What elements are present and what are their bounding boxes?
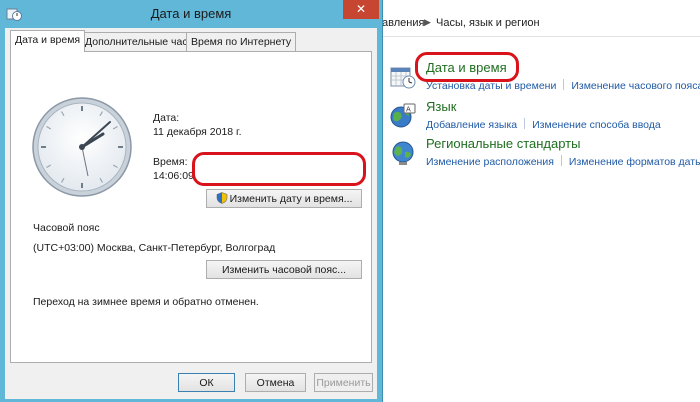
dialog-title-bar[interactable]: Дата и время ✕ xyxy=(0,0,382,28)
breadcrumb-separator-icon: ▶ xyxy=(424,17,431,27)
shield-icon xyxy=(216,192,227,204)
highlight-oval-date-time xyxy=(415,52,519,82)
tab-internet-time[interactable]: Время по Интернету xyxy=(186,32,297,51)
dst-note: Переход на зимнее время и обратно отмене… xyxy=(33,296,259,308)
ok-button[interactable]: ОК xyxy=(178,373,235,392)
language-globe-icon: A xyxy=(390,103,416,128)
calendar-clock-icon xyxy=(390,67,416,89)
date-value: 11 декабря 2018 г. xyxy=(153,126,242,138)
breadcrumb-prefix[interactable]: авления xyxy=(382,17,424,29)
date-label: Дата: xyxy=(153,112,180,124)
category-links: Изменение расположения Изменение форматов… xyxy=(426,155,700,168)
link-change-location[interactable]: Изменение расположения xyxy=(426,156,554,168)
change-date-time-button[interactable]: Изменить дату и время... xyxy=(206,189,362,208)
category-title-language[interactable]: Язык xyxy=(426,99,456,114)
address-bar[interactable]: авления ▶ Часы, язык и регион xyxy=(378,12,700,37)
cancel-button[interactable]: Отмена xyxy=(245,373,306,392)
control-panel-title-strip xyxy=(378,0,700,12)
dialog-body: Дата и время Дополнительные часы Время п… xyxy=(5,28,377,399)
svg-text:A: A xyxy=(406,106,411,114)
timezone-value: (UTC+03:00) Москва, Санкт-Петербург, Вол… xyxy=(33,242,276,254)
time-value: 14:06:09 xyxy=(153,170,194,182)
link-add-language[interactable]: Добавление языка xyxy=(426,119,517,131)
link-divider xyxy=(560,155,562,166)
date-time-dialog: Дата и время ✕ Дата и время Дополнительн… xyxy=(0,0,383,402)
tab-page-date-time: Дата: 11 декабря 2018 г. Время: 14:06:09… xyxy=(10,51,372,363)
breadcrumb-current[interactable]: Часы, язык и регион xyxy=(436,17,540,29)
link-change-input-method[interactable]: Изменение способа ввода xyxy=(532,119,661,131)
link-divider xyxy=(563,79,565,90)
close-icon: ✕ xyxy=(355,2,367,16)
category-links: Добавление языка Изменение способа ввода xyxy=(426,118,661,131)
region-globe-icon xyxy=(392,141,414,165)
close-button[interactable]: ✕ xyxy=(343,0,379,19)
highlight-oval-change-date-time xyxy=(192,152,366,186)
link-change-timezone[interactable]: Изменение часового пояса xyxy=(571,80,700,92)
dialog-title: Дата и время xyxy=(150,6,232,21)
analog-clock-icon xyxy=(32,97,132,197)
link-divider xyxy=(524,118,526,129)
apply-button[interactable]: Применить xyxy=(314,373,373,392)
tab-date-time[interactable]: Дата и время xyxy=(10,30,86,52)
timezone-label: Часовой пояс xyxy=(33,222,100,234)
control-panel-window: авления ▶ Часы, язык и регион Дата и вре… xyxy=(378,0,700,402)
change-timezone-button[interactable]: Изменить часовой пояс... xyxy=(206,260,362,279)
category-title-region[interactable]: Региональные стандарты xyxy=(426,136,580,151)
link-change-date-formats[interactable]: Изменение форматов даты, xyxy=(569,156,700,168)
time-label: Время: xyxy=(153,156,188,168)
change-date-time-label: Изменить дату и время... xyxy=(229,193,353,205)
tab-additional-clocks[interactable]: Дополнительные часы xyxy=(80,32,201,51)
